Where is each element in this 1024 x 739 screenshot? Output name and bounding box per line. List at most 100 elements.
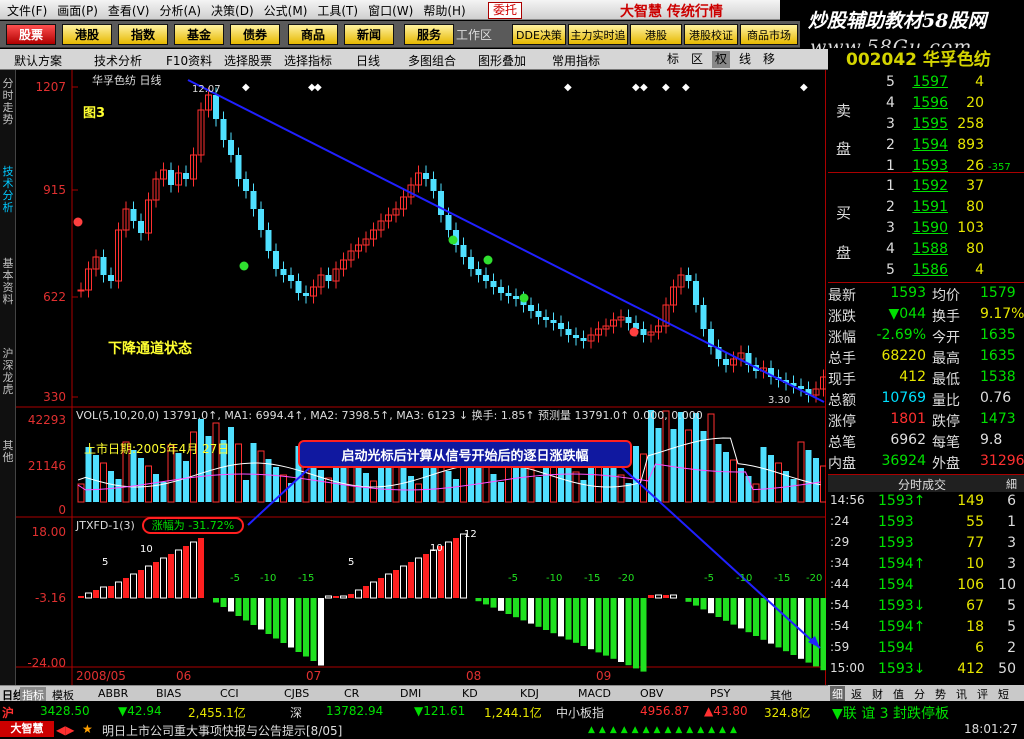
toolbar-right-1[interactable]: 主力实时追 xyxy=(568,24,628,45)
indicator-tabs: 日线 ▲指标模板ABBRBIASCCICJBSCRDMIKDKDJMACDOBV… xyxy=(0,685,828,703)
left-tab-3[interactable]: 沪深龙虎 xyxy=(1,348,15,396)
market-button-4[interactable]: 债券 xyxy=(230,24,280,45)
sell-row-price[interactable]: 1596 xyxy=(894,95,948,111)
menu-item-0[interactable]: 文件(F) xyxy=(4,2,50,19)
tick-time: 15:00 xyxy=(830,661,865,675)
quote-label-2: 跌停 xyxy=(932,414,960,430)
candle-body xyxy=(535,311,542,317)
right-tab-7[interactable]: 评 xyxy=(977,686,988,702)
buy-row-price[interactable]: 1586 xyxy=(894,262,948,278)
menu-item-4[interactable]: 决策(D) xyxy=(208,2,257,19)
left-tab-1[interactable]: 技术分析 xyxy=(1,166,15,214)
menu-item-7[interactable]: 窗口(W) xyxy=(365,2,416,19)
toolbar2-icon-3[interactable]: 线 xyxy=(736,51,754,68)
toolbar2-icon-1[interactable]: 区 xyxy=(688,51,706,68)
quote-row: 涨停 1801 跌停 1473 xyxy=(828,411,1024,432)
right-tab-3[interactable]: 值 xyxy=(893,686,904,702)
menu-item-3[interactable]: 分析(A) xyxy=(156,2,204,19)
tick-time: :34 xyxy=(830,556,850,570)
toolbar2-item-4[interactable]: 选择指标 xyxy=(284,52,332,69)
status-indicators: ▲▲▲▲▲▲▲▲▲▲▲▲▲▲ xyxy=(588,725,741,735)
left-tab-4[interactable]: 其他 xyxy=(1,440,15,464)
toolbar2-item-2[interactable]: F10资料 xyxy=(166,52,212,69)
bottom-tab-12[interactable]: OBV xyxy=(640,687,663,700)
market-button-6[interactable]: 新闻 xyxy=(344,24,394,45)
toolbar-right-3[interactable]: 港股校证 xyxy=(684,24,738,45)
right-tab-5[interactable]: 势 xyxy=(935,686,946,702)
toolbar2-icon-0[interactable]: 标 xyxy=(664,51,682,68)
market-button-7[interactable]: 服务 xyxy=(404,24,454,45)
toolbar-right-2[interactable]: 港股 xyxy=(630,24,682,45)
toolbar2-item-3[interactable]: 选择股票 xyxy=(224,52,272,69)
toolbar-right-0[interactable]: DDE决策 xyxy=(512,24,566,45)
market-button-5[interactable]: 商品 xyxy=(288,24,338,45)
market-button-1[interactable]: 港股 xyxy=(62,24,112,45)
left-tab-2[interactable]: 基本资料 xyxy=(1,258,15,306)
buy-row-price[interactable]: 1591 xyxy=(894,199,948,215)
toolbar2-item-7[interactable]: 图形叠加 xyxy=(478,52,526,69)
buy-row-price[interactable]: 1592 xyxy=(894,178,948,194)
right-tab-8[interactable]: 短 xyxy=(998,686,1009,702)
sell-row-price[interactable]: 1595 xyxy=(894,116,948,132)
right-tab-2[interactable]: 财 xyxy=(872,686,883,702)
nav-arrows[interactable]: ◀▶ xyxy=(56,723,74,737)
right-tab-0[interactable]: 细 xyxy=(830,686,845,702)
sell-row-price[interactable]: 1597 xyxy=(894,74,948,90)
toolbar2-icon-2[interactable]: 权 xyxy=(712,51,730,68)
bottom-tab-10[interactable]: KDJ xyxy=(520,687,539,700)
bottom-tab-5[interactable]: CCI xyxy=(220,687,239,700)
candle-body xyxy=(280,269,287,275)
toolbar2-item-1[interactable]: 技术分析 xyxy=(94,52,142,69)
toolbar2-icon-4[interactable]: 移 xyxy=(760,51,778,68)
kline-chart[interactable]: ◆ ◆◆ ◆ ◆ ◆ ◆ ◆ ◆-5 -10 -15 -5 -10 -15 -20 -5 -10 -15 -205… xyxy=(16,70,826,685)
quote-label: 涨幅 xyxy=(828,330,856,346)
brand-logo: 大智慧 传统行情 xyxy=(620,4,723,20)
indicator-bar xyxy=(265,598,272,634)
right-tab-1[interactable]: 返 xyxy=(851,686,862,702)
bottom-tab-9[interactable]: KD xyxy=(462,687,478,700)
menu-item-2[interactable]: 查看(V) xyxy=(105,2,153,19)
buy-row-price[interactable]: 1588 xyxy=(894,241,948,257)
menu-item-1[interactable]: 画面(P) xyxy=(54,2,101,19)
market-button-3[interactable]: 基金 xyxy=(174,24,224,45)
left-tab-0[interactable]: 分时走势 xyxy=(1,78,15,126)
bottom-tab-11[interactable]: MACD xyxy=(578,687,611,700)
indicator-bar xyxy=(783,598,789,652)
volume-bar xyxy=(610,467,617,502)
volume-tick-0: 42293 xyxy=(27,413,66,427)
menu-item-5[interactable]: 公式(M) xyxy=(261,2,311,19)
market-button-2[interactable]: 指数 xyxy=(118,24,168,45)
sell-row-price[interactable]: 1594 xyxy=(894,137,948,153)
chart-area[interactable]: ◆ ◆ ◆ ◆ ◆ ◆ ◆ ◆ ◆ -5 -10 -15 -5 -10 -15 -20 -5 -10 -15 -20 5… xyxy=(16,70,826,685)
menu-item-8[interactable]: 帮助(H) xyxy=(420,2,468,19)
bottom-tab-4[interactable]: BIAS xyxy=(156,687,181,700)
bottom-tab-3[interactable]: ABBR xyxy=(98,687,128,700)
right-tab-4[interactable]: 分 xyxy=(914,686,925,702)
tick-price: 1594↑ xyxy=(878,619,926,635)
candle-body xyxy=(505,293,512,296)
toolbar2-item-5[interactable]: 日线 xyxy=(356,52,380,69)
news-ticker[interactable]: 明日上市公司重大事项快报与公告提示[8/05] xyxy=(102,722,342,739)
market-button-0[interactable]: 股票 xyxy=(6,24,56,45)
toolbar2-item-0[interactable]: 默认方案 xyxy=(14,52,62,69)
sell-row-price[interactable]: 1593 xyxy=(894,158,948,174)
bottom-tab-7[interactable]: CR xyxy=(344,687,359,700)
right-tab-6[interactable]: 讯 xyxy=(956,686,967,702)
ticks-detail[interactable]: 細 xyxy=(1006,476,1017,492)
change-badge: 涨幅为 -31.72% xyxy=(142,517,244,534)
buy-row-price[interactable]: 1590 xyxy=(894,220,948,236)
toolbar2-item-6[interactable]: 多图组合 xyxy=(408,52,456,69)
entrust-button[interactable]: 委托 xyxy=(488,2,523,19)
toolbar-right-4[interactable]: 商品市场 xyxy=(740,24,798,45)
menu-item-6[interactable]: 工具(T) xyxy=(314,2,361,19)
volume-bar xyxy=(400,468,407,502)
volume-bar xyxy=(790,479,797,502)
quote-value-2: 1635 xyxy=(980,327,1016,343)
sz-amount: 1,244.1亿 xyxy=(484,706,542,720)
bottom-tab-8[interactable]: DMI xyxy=(400,687,421,700)
toolbar2-item-8[interactable]: 常用指标 xyxy=(552,52,600,69)
volume-bar xyxy=(617,474,625,503)
bottom-tab-13[interactable]: PSY xyxy=(710,687,730,700)
bottom-tab-6[interactable]: CJBS xyxy=(284,687,309,700)
sh-amount: 2,455.1亿 xyxy=(188,706,246,720)
